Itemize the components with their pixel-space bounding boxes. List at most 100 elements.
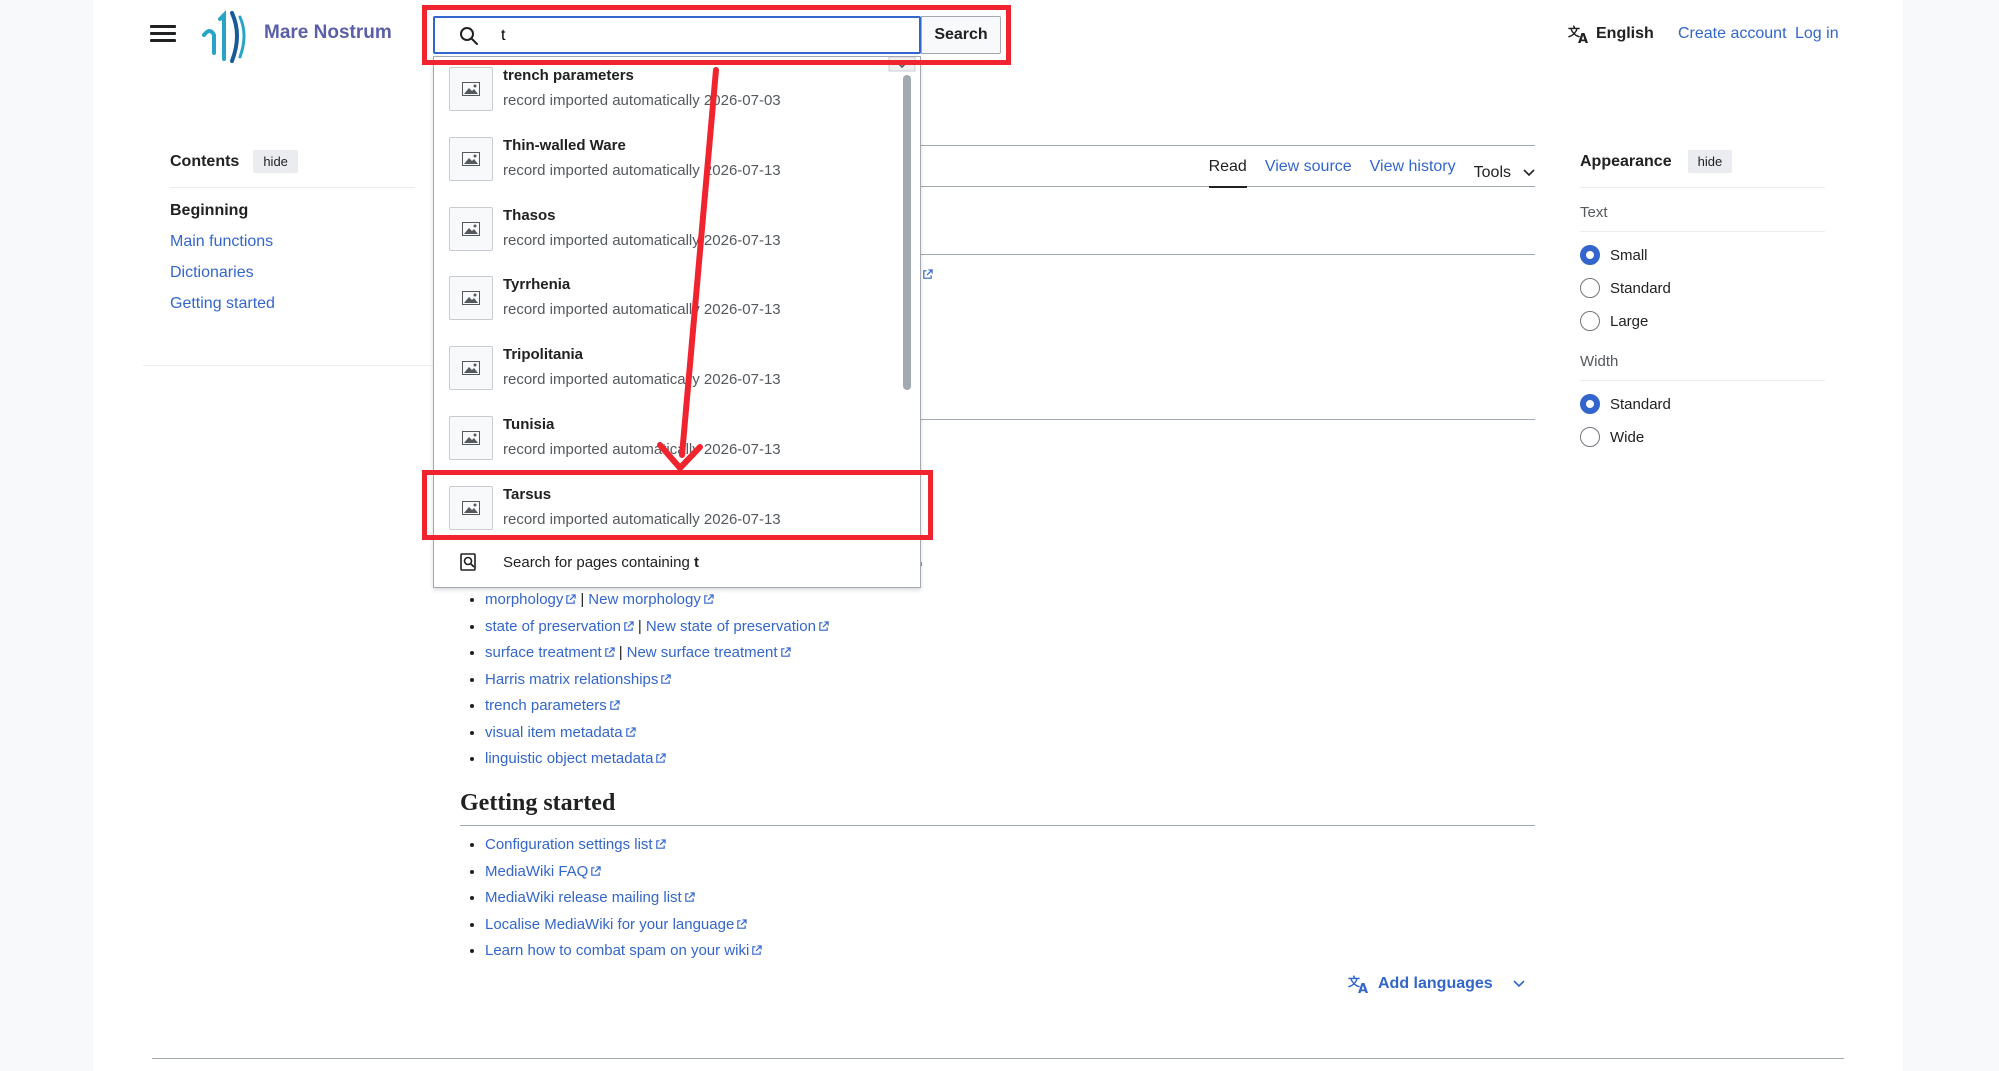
suggestions-scrollbar[interactable]: [903, 75, 911, 390]
site-name[interactable]: Mare Nostrum: [264, 22, 392, 44]
toc-title: Contents: [170, 152, 240, 170]
suggestion-item[interactable]: trench parameters record imported automat…: [434, 57, 904, 127]
list-item: Harris matrix relationships: [485, 667, 829, 694]
suggestion-title: Tyrrhenia: [503, 276, 571, 294]
hamburger-icon-bar: [150, 39, 176, 42]
heading-divider: [460, 825, 1535, 826]
external-link-icon: [604, 647, 615, 657]
search-for-pages-containing[interactable]: Search for pages containing t: [434, 537, 920, 587]
image-placeholder-icon: [449, 346, 493, 391]
suggestion-item[interactable]: Thasos record imported automatically 2026…: [434, 197, 904, 267]
list-item: state of preservation |New state of prese…: [485, 614, 829, 641]
external-link-icon: [609, 700, 620, 710]
link-text: MediaWiki release mailing list: [485, 889, 682, 906]
suggestion-item[interactable]: Tunisia record imported automatically 202…: [434, 406, 904, 476]
link-text: linguistic object metadata: [485, 750, 654, 767]
width-wide-option[interactable]: Wide: [1580, 427, 1825, 447]
external-link-icon: [661, 673, 672, 684]
svg-text:A: A: [1578, 32, 1588, 44]
external-link-icon: [656, 753, 667, 763]
language-label: English: [1596, 25, 1654, 42]
suggestion-item[interactable]: Tyrrhenia record imported automatically 2…: [434, 266, 904, 336]
state-of-preservation-link[interactable]: state of preservation: [485, 618, 634, 635]
option-label: Small: [1610, 246, 1648, 264]
translate-icon: 文 A: [1348, 974, 1368, 994]
tab-view-history[interactable]: View history: [1370, 158, 1456, 188]
text-size-large-option[interactable]: Large: [1580, 311, 1825, 331]
config-settings-link[interactable]: Configuration settings list: [485, 836, 666, 853]
suggestion-item[interactable]: Tarsus record imported automatically 2026…: [434, 476, 904, 546]
surface-treatment-link[interactable]: surface treatment: [485, 644, 615, 661]
tab-read[interactable]: Read: [1208, 158, 1247, 188]
mediawiki-faq-link[interactable]: MediaWiki FAQ: [485, 863, 602, 880]
search-box[interactable]: [433, 16, 921, 54]
option-label: Large: [1610, 312, 1649, 330]
language-button[interactable]: 文 A English: [1568, 24, 1654, 44]
separator: |: [580, 591, 585, 608]
width-standard-option[interactable]: Standard: [1580, 394, 1825, 414]
link-text: state of preservation: [485, 617, 621, 635]
link-text: visual item metadata: [485, 723, 623, 741]
external-link-icon: [591, 865, 602, 876]
main-functions-list: morphology|New morphology state of prese…: [485, 587, 829, 773]
text-size-label: Text: [1580, 204, 1825, 232]
create-account-link[interactable]: Create account: [1678, 25, 1787, 43]
list-item: visual item metadata: [485, 720, 829, 747]
trench-parameters-link[interactable]: trench parameters: [485, 697, 620, 714]
search-button[interactable]: Search: [921, 16, 1001, 54]
list-item: Learn how to combat spam on your wiki: [485, 938, 762, 965]
text-size-small-option[interactable]: Small: [1580, 245, 1825, 265]
svg-text:A: A: [1358, 982, 1368, 994]
scroll-up-icon[interactable]: [887, 57, 917, 73]
toc-item-getting-started[interactable]: Getting started: [170, 295, 275, 312]
main-menu-button[interactable]: [150, 22, 176, 48]
harris-matrix-link[interactable]: Harris matrix relationships: [485, 670, 672, 688]
toc-hide-button[interactable]: hide: [253, 150, 298, 173]
chevron-down-icon: [1513, 980, 1525, 988]
link-text: Learn how to combat spam on your wiki: [485, 942, 750, 959]
link-text: surface treatment: [485, 644, 602, 661]
list-item: MediaWiki FAQ: [485, 859, 762, 886]
linguistic-object-metadata-link[interactable]: linguistic object metadata: [485, 750, 667, 767]
appearance-hide-button[interactable]: hide: [1687, 150, 1733, 173]
localise-link[interactable]: Localise MediaWiki for your language: [485, 916, 747, 933]
new-state-of-preservation-link[interactable]: New state of preservation: [646, 618, 829, 635]
link-text: morphology: [485, 591, 564, 608]
log-in-link[interactable]: Log in: [1795, 25, 1839, 43]
morphology-link[interactable]: morphology: [485, 591, 577, 608]
toc-item-beginning[interactable]: Beginning: [170, 202, 415, 220]
search-input[interactable]: [501, 24, 901, 48]
external-link-icon: [566, 594, 577, 604]
new-morphology-link[interactable]: New morphology: [588, 591, 714, 608]
external-link-icon: [780, 647, 791, 657]
link-text: Harris matrix relationships: [485, 670, 659, 688]
tab-tools[interactable]: Tools: [1474, 158, 1535, 188]
suggestion-description: record imported automatically 2026-07-13: [503, 161, 781, 179]
external-link-icon: [625, 726, 636, 737]
visual-item-metadata-link[interactable]: visual item metadata: [485, 724, 636, 741]
option-label: Wide: [1610, 428, 1645, 446]
mailing-list-link[interactable]: MediaWiki release mailing list: [485, 889, 695, 906]
suggestion-description: record imported automatically 2026-07-13: [503, 301, 781, 319]
external-link-icon: [923, 269, 934, 279]
link-text: New surface treatment: [626, 644, 778, 661]
add-languages-button[interactable]: 文 A Add languages: [1348, 974, 1525, 994]
suggestion-item[interactable]: Tripolitania record imported automaticall…: [434, 336, 904, 406]
combat-spam-link[interactable]: Learn how to combat spam on your wiki: [485, 942, 762, 959]
table-of-contents: Contents hide Beginning Main functions D…: [170, 150, 415, 326]
tab-view-source[interactable]: View source: [1265, 158, 1352, 188]
new-surface-treatment-link[interactable]: New surface treatment: [627, 644, 791, 661]
radio-unchecked-icon: [1580, 427, 1600, 447]
separator: |: [618, 644, 623, 661]
search-suggestions-dropdown: trench parameters record imported automat…: [433, 56, 921, 588]
suggestion-item[interactable]: Thin-walled Ware record imported automati…: [434, 127, 904, 197]
toc-item-dictionaries[interactable]: Dictionaries: [170, 264, 254, 281]
radio-checked-icon: [1580, 394, 1600, 414]
toc-item-main-functions[interactable]: Main functions: [170, 233, 273, 250]
external-link-icon: [655, 839, 666, 849]
site-logo-icon[interactable]: [200, 5, 250, 65]
footer-divider: [152, 1058, 1844, 1059]
text-size-standard-option[interactable]: Standard: [1580, 278, 1825, 298]
radio-unchecked-icon: [1580, 278, 1600, 298]
external-link-icon: [752, 945, 762, 955]
